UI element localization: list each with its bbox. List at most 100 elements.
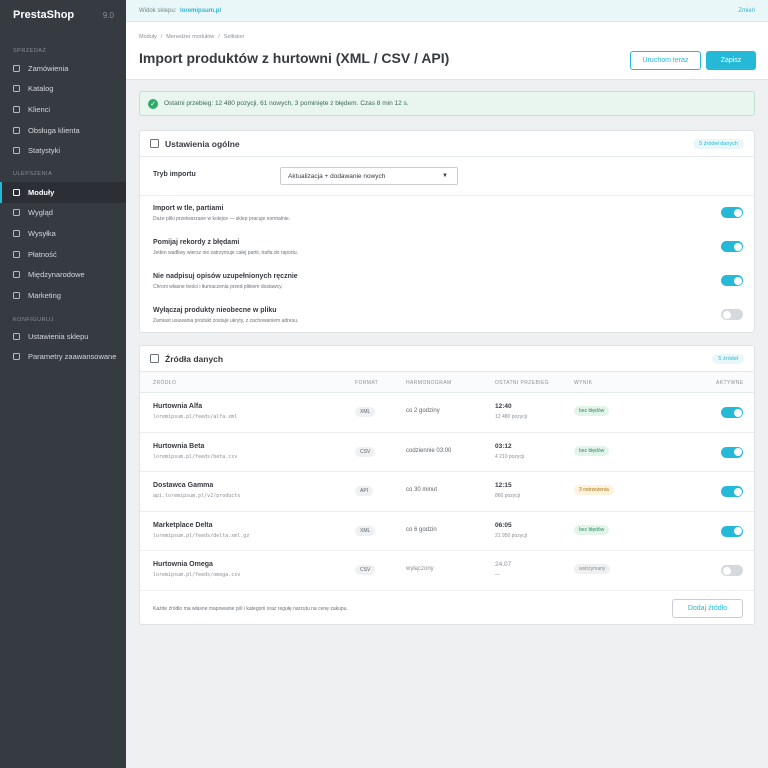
source-name[interactable]: Hurtownia Beta — [153, 443, 204, 450]
success-alert: ✓ Ostatni przebieg: 12 480 pozycji, 61 n… — [139, 91, 755, 116]
sidebar-item[interactable]: Ustawienia sklepu — [0, 326, 126, 347]
change-shop-link[interactable]: Zmień — [738, 8, 755, 14]
result-badge: bez błędów — [574, 406, 610, 416]
sidebar-section-label: KONFIGURUJ — [13, 317, 54, 323]
source-name[interactable]: Hurtownia Omega — [153, 561, 213, 568]
menu-icon — [13, 209, 20, 217]
last-run-count: 4 210 pozycji — [495, 453, 525, 460]
shop-view-link[interactable]: loremipsum.pl — [180, 8, 221, 14]
sidebar-item[interactable]: Katalog — [0, 79, 126, 100]
card-title: Ustawienia ogólne — [150, 139, 240, 149]
sidebar-item-label: Międzynarodowe — [28, 270, 85, 280]
result-badge: bez błędów — [574, 524, 610, 535]
source-name[interactable]: Hurtownia Alfa — [153, 403, 202, 410]
result-badge: bez błędów — [574, 445, 610, 456]
menu-icon — [13, 332, 20, 340]
menu-icon — [13, 291, 20, 299]
alert-text: Ostatni przebieg: 12 480 pozycji, 61 now… — [164, 100, 409, 107]
import-mode-select[interactable]: Aktualizacja + dodawanie nowych ▼ — [280, 167, 458, 185]
sidebar-item[interactable]: Zamówienia — [0, 58, 126, 79]
sidebar-item[interactable]: Klienci — [0, 99, 126, 120]
last-run-time: 12:40 — [495, 403, 512, 410]
column-header: ŹRÓDŁO — [153, 380, 177, 386]
source-url: api.loremipsum.pl/v2/products — [153, 493, 241, 499]
data-sources-card: Źródła danych 5 źródeł ŹRÓDŁO FORMAT HAR… — [139, 345, 755, 625]
sources-icon — [150, 354, 159, 363]
sidebar-item[interactable]: Obsługa klienta — [0, 120, 126, 141]
table-row: Hurtownia Omega loremipsum.pl/feeds/omega… — [140, 551, 754, 591]
option-row: Nie nadpisuj opisów uzupełnionych ręczni… — [140, 264, 754, 298]
last-run-time: 06:05 — [495, 521, 512, 529]
page-header: Moduły / Menedżer modułów / Sellision Im… — [126, 22, 768, 80]
check-circle-icon: ✓ — [148, 98, 158, 109]
sidebar-item[interactable]: Statystyki — [0, 140, 126, 161]
menu-icon — [13, 353, 20, 361]
sidebar-section-label: ULEPSZENIA — [13, 171, 53, 177]
import-mode-label: Tryb importu — [153, 171, 196, 178]
logo[interactable]: PrestaShop — [13, 9, 74, 21]
sidebar: PrestaShop 9.0 SPRZEDAŻ Zamówienia Katalog… — [0, 0, 126, 768]
sidebar-item-label: Płatność — [28, 249, 57, 259]
option-toggle[interactable] — [721, 275, 743, 286]
option-description: Chroni własne treści i tłumaczenia przed… — [153, 284, 283, 290]
table-row: Hurtownia Alfa loremipsum.pl/feeds/alfa.x… — [140, 393, 754, 433]
sidebar-item[interactable]: Wysyłka — [0, 223, 126, 244]
active-toggle[interactable] — [721, 446, 743, 458]
sidebar-item[interactable]: Międzynarodowe — [0, 264, 126, 285]
table-header: ŹRÓDŁO FORMAT HARMONOGRAM OSTATNI PRZEBI… — [140, 372, 754, 393]
option-toggle[interactable] — [721, 309, 743, 320]
format-badge: XML — [355, 407, 376, 417]
sidebar-item-label: Wygląd — [28, 208, 53, 218]
option-row: Wyłączaj produkty nieobecne w pliku Zamia… — [140, 298, 754, 332]
add-source-button[interactable]: Dodaj źródło — [672, 599, 743, 618]
format-badge: CSV — [355, 565, 376, 575]
sources-count-badge: 5 źródeł — [712, 353, 744, 364]
sidebar-item[interactable]: Moduły — [0, 182, 126, 203]
active-toggle[interactable] — [721, 486, 743, 497]
schedule-text: co 6 godzin — [406, 526, 437, 533]
format-badge: CSV — [355, 446, 376, 457]
source-url: loremipsum.pl/feeds/delta.xml.gz — [153, 532, 250, 539]
sidebar-item-label: Obsługa klienta — [28, 125, 80, 135]
table-row: Dostawca Gamma api.loremipsum.pl/v2/produ… — [140, 472, 754, 512]
source-url: loremipsum.pl/feeds/alfa.xml — [153, 414, 238, 420]
menu-icon — [13, 126, 20, 134]
sidebar-item-label: Parametry zaawansowane — [28, 352, 117, 362]
sidebar-item[interactable]: Płatność — [0, 244, 126, 265]
run-now-button[interactable]: Uruchom teraz — [630, 51, 701, 70]
active-toggle[interactable] — [721, 565, 743, 576]
option-toggle[interactable] — [721, 241, 743, 252]
source-name[interactable]: Marketplace Delta — [153, 522, 213, 529]
data-sources-title: Źródła danych — [165, 353, 224, 364]
menu-icon — [13, 188, 20, 196]
sidebar-item-label: Statystyki — [28, 146, 61, 156]
breadcrumb: Moduły / Menedżer modułów / Sellision — [139, 34, 244, 40]
sidebar-item[interactable]: Marketing — [0, 285, 126, 306]
breadcrumb-separator: / — [160, 34, 163, 40]
breadcrumb-separator: / — [218, 34, 220, 40]
source-name[interactable]: Dostawca Gamma — [153, 482, 213, 489]
save-button[interactable]: Zapisz — [706, 51, 756, 70]
menu-icon — [13, 250, 20, 258]
active-toggle[interactable] — [721, 407, 743, 418]
sidebar-item[interactable]: Parametry zaawansowane — [0, 347, 126, 368]
option-toggle[interactable] — [721, 207, 743, 218]
column-header: AKTYWNE — [716, 380, 744, 386]
active-toggle[interactable] — [721, 525, 743, 537]
breadcrumb-item[interactable]: Menedżer modułów — [166, 34, 214, 40]
breadcrumb-item[interactable]: Moduły — [139, 34, 157, 40]
settings-icon — [150, 139, 159, 148]
shop-view-label: Widok sklepu: — [139, 7, 177, 14]
table-row: Hurtownia Beta loremipsum.pl/feeds/beta.c… — [140, 433, 754, 472]
option-title: Pomijaj rekordy z błędami — [153, 239, 240, 246]
menu-icon — [13, 85, 20, 93]
column-header: OSTATNI PRZEBIEG — [495, 380, 549, 386]
menu-icon — [13, 105, 20, 113]
caret-down-icon: ▼ — [442, 173, 448, 179]
format-badge: XML — [355, 525, 376, 536]
sidebar-item[interactable]: Wygląd — [0, 203, 126, 224]
option-description: Jeden wadliwy wiersz nie zatrzymuje całe… — [153, 250, 299, 256]
last-run-time: 03:12 — [495, 442, 512, 450]
result-badge: wstrzymany — [574, 564, 611, 574]
general-settings-title: Ustawienia ogólne — [165, 138, 240, 149]
